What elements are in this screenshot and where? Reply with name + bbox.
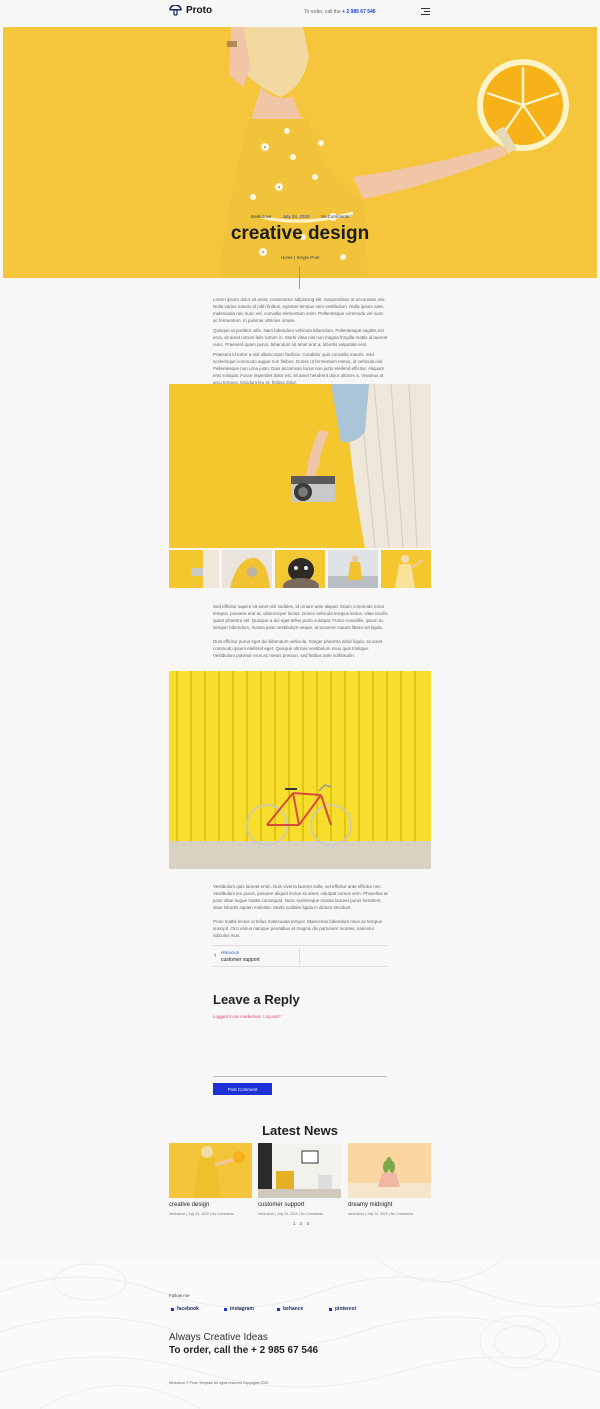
- news-card-title[interactable]: customer support: [258, 1202, 304, 1208]
- article-outro: Vestibulum quis laoreet enim. Duis viver…: [213, 883, 388, 942]
- article-intro: Lorem ipsum dolor sit amet, consectetur …: [213, 296, 388, 389]
- paragraph: Duis efficitur purus eget dui bibendum v…: [213, 639, 383, 658]
- news-card-meta: merkulove | July 24, 2020 | No Comments: [169, 1212, 235, 1216]
- comment-textarea[interactable]: [213, 1024, 387, 1077]
- prev-post-link[interactable]: ‹ PREVIOUS customer support: [213, 946, 299, 966]
- paragraph: Quisque ut porttitor odio. Nam bibendum …: [213, 328, 388, 347]
- social-facebook[interactable]: facebook: [171, 1306, 199, 1312]
- article-middle: Sed efficitur sapien sit amet nisl sodal…: [213, 603, 388, 662]
- logo[interactable]: Proto: [169, 5, 212, 16]
- page-link[interactable]: 1: [293, 1221, 296, 1226]
- social-behance[interactable]: behance: [277, 1306, 303, 1312]
- prev-label: PREVIOUS: [221, 951, 240, 955]
- news-card-meta: merkulove | July 24, 2020 | No Comments: [348, 1212, 414, 1216]
- news-card-title[interactable]: dreamy midnight: [348, 1202, 392, 1208]
- camera-photo: [169, 384, 431, 548]
- news-card-meta: merkulove | July 24, 2020 | No Comments: [258, 1212, 324, 1216]
- order-phone[interactable]: + 2 985 67 546: [342, 9, 376, 15]
- menu-icon[interactable]: [421, 8, 430, 17]
- hero-comments[interactable]: No Comments: [321, 214, 350, 219]
- order-prefix: To order, call the: [304, 9, 341, 15]
- gallery-main-image[interactable]: [169, 384, 431, 548]
- gallery-thumb[interactable]: [328, 550, 378, 588]
- social-label: pinterest: [335, 1306, 357, 1312]
- article-image[interactable]: [169, 671, 431, 869]
- latest-news-heading: Latest News: [262, 1123, 338, 1138]
- social-instagram[interactable]: instagram: [224, 1306, 254, 1312]
- news-card-title[interactable]: creative design: [169, 1202, 209, 1208]
- paragraph: Sed efficitur sapien sit amet nisl sodal…: [213, 604, 388, 630]
- post-comment-button[interactable]: Post Comment: [213, 1083, 272, 1095]
- hero-author[interactable]: merkulove: [251, 214, 272, 219]
- social-label: facebook: [177, 1306, 199, 1312]
- gallery-thumbnails: [169, 550, 431, 588]
- paragraph: Vestibulum quis laoreet enim. Duis viver…: [213, 884, 388, 910]
- site-footer: Follow me facebook instagram behance pin…: [0, 1262, 600, 1409]
- page-title: creative design: [230, 223, 370, 244]
- nav-divider: [299, 948, 300, 965]
- social-label: instagram: [230, 1306, 254, 1312]
- header-order: To order, call the + 2 985 67 546: [304, 9, 376, 15]
- page-link[interactable]: 2: [300, 1221, 303, 1226]
- social-pinterest[interactable]: pinterest: [329, 1306, 356, 1312]
- copyright: Merkulove © Proto Template All rights re…: [169, 1381, 269, 1385]
- post-navigation: ‹ PREVIOUS customer support: [213, 945, 387, 967]
- news-card-image[interactable]: [348, 1143, 431, 1198]
- social-label: behance: [283, 1306, 304, 1312]
- paragraph: Lorem ipsum dolor sit amet, consectetur …: [213, 297, 386, 323]
- gallery-thumb[interactable]: [222, 550, 272, 588]
- footer-order: To order, call the + 2 985 67 546: [169, 1345, 319, 1356]
- gallery-thumb[interactable]: [381, 550, 431, 588]
- paragraph: Praesent id tortor a nisl ullamcorper fa…: [213, 352, 385, 385]
- footer-tagline: Always Creative Ideas: [169, 1332, 268, 1343]
- hero-meta: merkulove July 24, 2020 No Comments: [3, 214, 597, 219]
- paragraph: Proin mattis lectus ut tellus malesuada …: [213, 919, 382, 938]
- logo-icon: [169, 5, 182, 16]
- gallery-thumb[interactable]: [275, 550, 325, 588]
- hero-date[interactable]: July 24, 2020: [283, 214, 310, 219]
- chevron-left-icon: ‹: [214, 952, 217, 959]
- reply-heading: Leave a Reply: [213, 992, 300, 1007]
- topo-pattern: [0, 1262, 600, 1409]
- follow-label: Follow me: [169, 1293, 190, 1298]
- breadcrumb[interactable]: Home | Single Post: [3, 255, 597, 260]
- logged-in-link[interactable]: Logged in as merkulove. Log out?: [213, 1014, 281, 1019]
- bicycle-photo: [169, 671, 431, 869]
- logo-text: Proto: [186, 5, 213, 16]
- divider-line: [299, 267, 300, 289]
- news-card-image[interactable]: [169, 1143, 252, 1198]
- site-header: Proto To order, call the + 2 985 67 546: [0, 0, 600, 26]
- prev-title: customer support: [221, 957, 260, 963]
- gallery-thumb[interactable]: [169, 550, 219, 588]
- hero-banner: merkulove July 24, 2020 No Comments crea…: [3, 27, 597, 278]
- news-card-image[interactable]: [258, 1143, 341, 1198]
- pagination: 1 2 3: [293, 1221, 312, 1226]
- page-link[interactable]: 3: [307, 1221, 310, 1226]
